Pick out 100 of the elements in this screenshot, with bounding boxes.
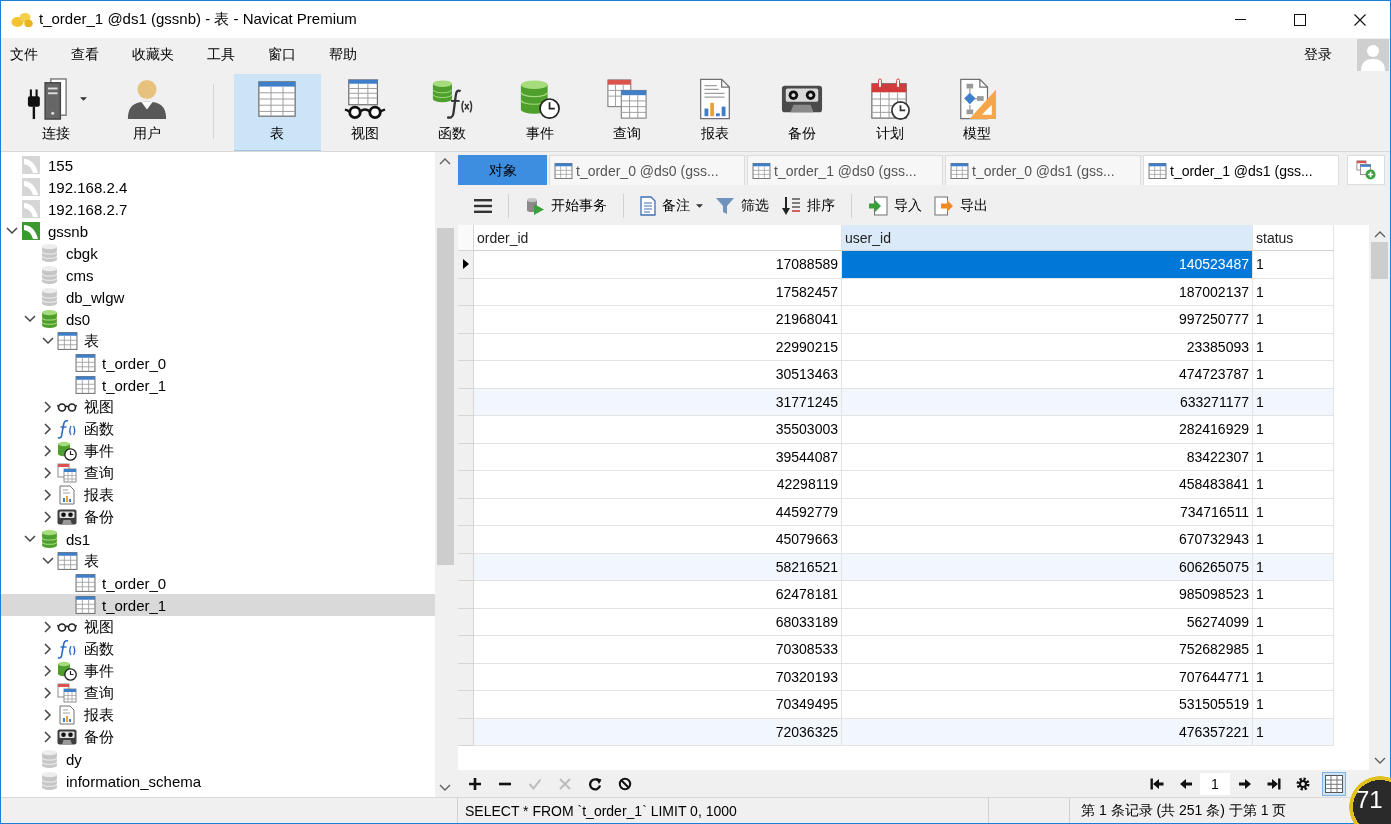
tree-item[interactable]: 事件 [1, 660, 435, 682]
column-header[interactable]: order_id [474, 225, 842, 251]
table-icon [554, 162, 573, 179]
sort-icon [781, 195, 801, 216]
function-icon [57, 419, 77, 439]
table-cell: 1 [1253, 581, 1334, 609]
page-field[interactable]: 1 [1200, 772, 1230, 795]
tree-item[interactable]: cms [1, 264, 435, 286]
scrollbar-thumb[interactable] [436, 228, 454, 565]
table-cell: 633271177 [842, 388, 1253, 416]
toolbar-button[interactable]: 排序 [775, 193, 841, 218]
arrow-left-icon [1178, 776, 1193, 791]
new-tab-button[interactable] [1347, 155, 1385, 185]
table-cell: 44592779 [474, 498, 842, 526]
scroll-down-icon [439, 784, 451, 791]
tree-item[interactable]: information_schema [1, 770, 435, 792]
toolbar-button[interactable]: 表 [233, 74, 321, 151]
menu-item[interactable]: 查看 [63, 46, 107, 64]
scrollbar-thumb[interactable] [1371, 242, 1388, 279]
table-cell: 23385093 [842, 333, 1253, 361]
grid-view-button[interactable] [1322, 771, 1346, 796]
login-link[interactable]: 登录 [1304, 46, 1332, 64]
maximize-icon [1294, 13, 1306, 26]
toolbar-button[interactable]: 报表 [671, 74, 759, 151]
tree-item[interactable]: 155 [1, 154, 435, 176]
table-cell: 62478181 [474, 581, 842, 609]
toolbar-button[interactable]: 查询 [583, 74, 671, 151]
tree-item[interactable]: 表 [1, 550, 435, 572]
tree-item[interactable]: t_order_1 [1, 594, 435, 616]
tree-item[interactable]: t_order_0 [1, 572, 435, 594]
tree-item[interactable]: 视图 [1, 616, 435, 638]
tree-item[interactable]: 查询 [1, 682, 435, 704]
toolbar-button[interactable]: 备份 [758, 74, 846, 151]
tree-item[interactable]: 查询 [1, 462, 435, 484]
database-function-icon [431, 78, 474, 120]
tab[interactable]: t_order_1 @ds0 (gss... [747, 155, 943, 185]
tree-item[interactable]: 函数 [1, 418, 435, 440]
table-cell: 56274099 [842, 608, 1253, 636]
toolbar-button[interactable]: 开始事务 [519, 193, 613, 218]
vertical-scrollbar[interactable] [435, 152, 455, 797]
toolbar-button[interactable]: 用户 [103, 74, 191, 151]
table-cell: 707644771 [842, 663, 1253, 691]
table-cell: 1 [1253, 306, 1334, 334]
last-page-icon [1266, 776, 1281, 791]
toolbar-button[interactable]: 备注 [634, 193, 709, 218]
menu-item[interactable]: 文件 [2, 46, 46, 64]
tab[interactable]: t_order_1 @ds1 (gss... [1143, 155, 1339, 185]
tree-item[interactable]: dy [1, 748, 435, 770]
table-icon [56, 332, 78, 350]
tree-item[interactable]: 报表 [1, 484, 435, 506]
table-cell: 1 [1253, 471, 1334, 499]
tab[interactable]: t_order_0 @ds0 (gss... [549, 155, 745, 185]
table-cell: 140523487 [842, 251, 1253, 279]
tab[interactable]: 对象 [458, 155, 547, 185]
tree-item[interactable]: 表 [1, 330, 435, 352]
menu-item[interactable]: 帮助 [321, 46, 365, 64]
menu-item[interactable]: 窗口 [260, 46, 304, 64]
tree-item[interactable]: 报表 [1, 704, 435, 726]
tree-item[interactable]: 事件 [1, 440, 435, 462]
tree-item[interactable]: gssnb [1, 220, 435, 242]
tree-item[interactable]: 备份 [1, 506, 435, 528]
toolbar-button[interactable]: 事件 [496, 74, 584, 151]
glasses-icon [57, 622, 77, 632]
table-cell: 1 [1253, 416, 1334, 444]
table-cell: 17582457 [474, 278, 842, 306]
menu-item[interactable]: 工具 [199, 46, 243, 64]
tree-item[interactable]: 192.168.2.4 [1, 176, 435, 198]
tree-item[interactable]: cbgk [1, 242, 435, 264]
tree-item[interactable]: 192.168.2.7 [1, 198, 435, 220]
tree-item[interactable]: t_order_0 [1, 352, 435, 374]
toolbar-button[interactable]: 视图 [321, 74, 409, 151]
table-cell: 70349495 [474, 691, 842, 719]
cassette-icon [57, 509, 77, 525]
speed-widget[interactable]: 71 [1349, 776, 1391, 824]
settings-icon [1295, 776, 1310, 791]
table-cell: 1 [1253, 278, 1334, 306]
toolbar-button[interactable]: 导出 [928, 193, 994, 218]
toolbar-button[interactable]: 连接 [9, 74, 103, 151]
tree-item[interactable]: t_order_1 [1, 374, 435, 396]
tree-item[interactable]: 备份 [1, 726, 435, 748]
tree-item[interactable]: ds1 [1, 528, 435, 550]
table-cell: 1 [1253, 636, 1334, 664]
table-cell: 997250777 [842, 306, 1253, 334]
table-cell: 83422307 [842, 443, 1253, 471]
tree-item[interactable]: db_wlgw [1, 286, 435, 308]
toolbar-button[interactable]: 模型 [933, 74, 1021, 151]
tree-item[interactable]: 视图 [1, 396, 435, 418]
tree-item[interactable]: ds0 [1, 308, 435, 330]
menu-item[interactable]: 收藏夹 [124, 46, 182, 64]
toolbar-button[interactable]: 导入 [862, 193, 928, 218]
table-icon [74, 376, 96, 394]
toolbar-button[interactable]: 筛选 [709, 193, 775, 218]
table-icon [74, 596, 96, 614]
table-cell: 752682985 [842, 636, 1253, 664]
column-header[interactable]: status [1253, 225, 1334, 251]
toolbar-button[interactable]: 函数 [408, 74, 496, 151]
toolbar-button[interactable]: 计划 [846, 74, 934, 151]
column-header[interactable]: user_id [842, 225, 1253, 251]
tab[interactable]: t_order_0 @ds1 (gss... [945, 155, 1141, 185]
tree-item[interactable]: 函数 [1, 638, 435, 660]
